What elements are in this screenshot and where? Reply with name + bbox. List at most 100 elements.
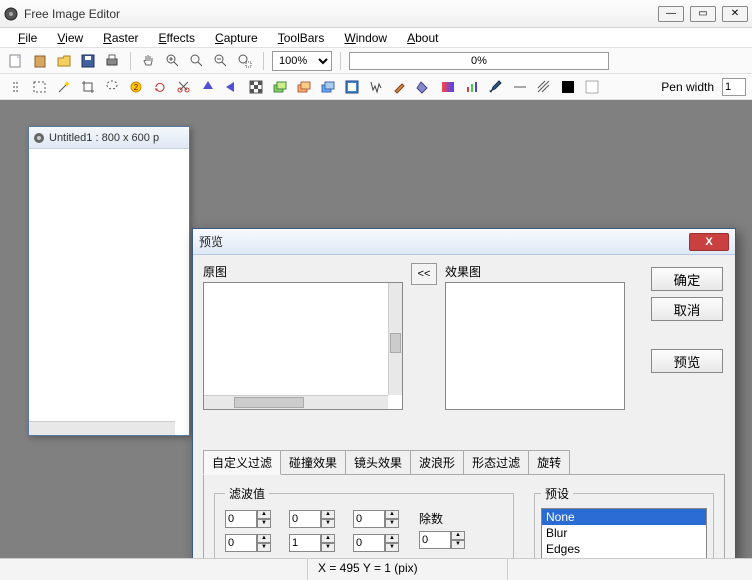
marker-icon[interactable]: 2 (126, 77, 146, 97)
menu-effects[interactable]: Effects (149, 29, 205, 47)
arrow-v-icon[interactable] (198, 77, 218, 97)
grip-icon (6, 77, 26, 97)
status-left (0, 559, 308, 580)
app-icon (4, 7, 18, 21)
zoom-select[interactable]: 100% (272, 51, 332, 71)
statusbar: X = 495 Y = 1 (pix) (0, 558, 752, 580)
crop-icon[interactable] (78, 77, 98, 97)
dialog-close-button[interactable]: X (689, 233, 729, 251)
bucket-icon[interactable] (414, 77, 434, 97)
divisor-spinner[interactable]: ▲▼ (419, 531, 465, 549)
matrix-1-2[interactable]: ▲▼ (353, 534, 399, 552)
progress-bar: 0% (349, 52, 609, 70)
layers1-icon[interactable] (270, 77, 290, 97)
save-icon[interactable] (78, 51, 98, 71)
copy-back-button[interactable]: << (411, 263, 437, 285)
tab-rotate[interactable]: 旋转 (528, 450, 570, 474)
brush-icon[interactable] (390, 77, 410, 97)
matrix-1-1[interactable]: ▲▼ (289, 534, 335, 552)
arrow-h-icon[interactable] (222, 77, 242, 97)
original-preview[interactable] (203, 282, 403, 410)
workspace: Untitled1 : 800 x 600 p 预览 X 原图 << (0, 100, 752, 580)
matrix-0-1[interactable]: ▲▼ (289, 510, 335, 528)
color-swatch[interactable] (558, 77, 578, 97)
svg-text:2: 2 (134, 83, 139, 92)
original-vscroll[interactable] (388, 283, 402, 395)
frame-icon[interactable] (342, 77, 362, 97)
empty-swatch[interactable] (582, 77, 602, 97)
effect-preview[interactable] (445, 282, 625, 410)
status-coords: X = 495 Y = 1 (pix) (308, 559, 508, 580)
chart-icon[interactable] (462, 77, 482, 97)
line-icon[interactable] (510, 77, 530, 97)
maximize-button[interactable]: ▭ (690, 6, 716, 22)
cut-icon[interactable] (174, 77, 194, 97)
tabs: 自定义过滤 碰撞效果 镜头效果 波浪形 形态过滤 旋转 (203, 450, 725, 475)
select-rect-icon[interactable] (30, 77, 50, 97)
preview-button[interactable]: 预览 (651, 349, 723, 373)
cancel-button[interactable]: 取消 (651, 297, 723, 321)
menu-view[interactable]: View (47, 29, 93, 47)
tab-custom-filter[interactable]: 自定义过滤 (203, 450, 281, 475)
preview-dialog: 预览 X 原图 << 效果图 (192, 228, 736, 580)
gear-icon (33, 132, 45, 144)
menu-about[interactable]: About (397, 29, 448, 47)
tab-lens[interactable]: 镜头效果 (345, 450, 411, 474)
penwidth-input[interactable] (722, 78, 746, 96)
layers3-icon[interactable] (318, 77, 338, 97)
toolbar-main: 100% 0% (0, 48, 752, 74)
matrix-0-2[interactable]: ▲▼ (353, 510, 399, 528)
zoom-fit-icon[interactable] (187, 51, 207, 71)
matrix-1-0[interactable]: ▲▼ (225, 534, 271, 552)
preset-item[interactable]: Edges (542, 541, 706, 557)
paint-icon[interactable] (366, 77, 386, 97)
paste-icon[interactable] (30, 51, 50, 71)
checker-icon[interactable] (246, 77, 266, 97)
preset-legend: 预设 (541, 485, 573, 502)
menu-file[interactable]: File (8, 29, 47, 47)
minimize-button[interactable]: — (658, 6, 684, 22)
document-titlebar[interactable]: Untitled1 : 800 x 600 p (29, 127, 189, 149)
refresh-icon[interactable] (150, 77, 170, 97)
original-hscroll[interactable] (204, 395, 388, 409)
document-canvas[interactable] (29, 149, 189, 435)
lasso-icon[interactable] (102, 77, 122, 97)
tab-morph[interactable]: 形态过滤 (463, 450, 529, 474)
document-window[interactable]: Untitled1 : 800 x 600 p (28, 126, 190, 436)
divisor-label: 除数 (419, 510, 443, 527)
matrix-0-0[interactable]: ▲▼ (225, 510, 271, 528)
zoom-in-icon[interactable] (163, 51, 183, 71)
preset-item[interactable]: Blur (542, 525, 706, 541)
penwidth-label: Pen width (661, 80, 714, 94)
wand-icon[interactable] (54, 77, 74, 97)
tab-wave[interactable]: 波浪形 (410, 450, 464, 474)
menubar: File View Raster Effects Capture ToolBar… (0, 28, 752, 48)
menu-capture[interactable]: Capture (205, 29, 268, 47)
tab-bump[interactable]: 碰撞效果 (280, 450, 346, 474)
original-label: 原图 (203, 263, 403, 280)
menu-window[interactable]: Window (334, 29, 397, 47)
pen-icon[interactable] (486, 77, 506, 97)
filter-legend: 滤波值 (225, 485, 269, 502)
ok-button[interactable]: 确定 (651, 267, 723, 291)
menu-raster[interactable]: Raster (93, 29, 148, 47)
hatch-icon[interactable] (534, 77, 554, 97)
gradient-icon[interactable] (438, 77, 458, 97)
close-button[interactable]: ✕ (722, 6, 748, 22)
print-icon[interactable] (102, 51, 122, 71)
hand-icon[interactable] (139, 51, 159, 71)
dialog-titlebar[interactable]: 预览 X (193, 229, 735, 255)
zoom-region-icon[interactable] (235, 51, 255, 71)
effect-label: 效果图 (445, 263, 625, 280)
menu-toolbars[interactable]: ToolBars (268, 29, 335, 47)
app-title: Free Image Editor (24, 7, 658, 21)
document-title: Untitled1 : 800 x 600 p (49, 132, 159, 144)
dialog-title: 预览 (199, 233, 689, 250)
open-icon[interactable] (54, 51, 74, 71)
layers2-icon[interactable] (294, 77, 314, 97)
toolbar-tools: 2 Pen width (0, 74, 752, 100)
preset-item[interactable]: None (542, 509, 706, 525)
zoom-out-icon[interactable] (211, 51, 231, 71)
new-icon[interactable] (6, 51, 26, 71)
document-hscroll[interactable] (29, 421, 175, 435)
